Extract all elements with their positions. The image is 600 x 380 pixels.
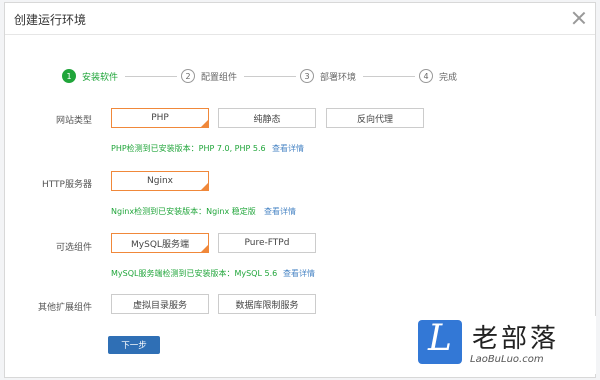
php-details-link[interactable]: 查看详情 (272, 143, 304, 154)
step-1: 1 安装软件 (62, 68, 118, 84)
step-3-label: 部署环境 (320, 72, 357, 83)
mysql-version-hint: MySQL服务端检测到已安装版本：MySQL 5.6 (111, 269, 278, 278)
option-db-limit[interactable]: 数据库限制服务 (218, 294, 316, 314)
watermark-name: 老部落 (472, 324, 560, 354)
step-4: 4 完成 (419, 68, 457, 84)
next-button[interactable]: 下一步 (108, 336, 160, 354)
option-mysql-server[interactable]: MySQL服务端 (111, 233, 209, 253)
watermark-url: LaoBuLuo.com (470, 354, 544, 365)
option-reverse-proxy[interactable]: 反向代理 (326, 108, 424, 128)
watermark: L 老部落 LaoBuLuo.com (416, 316, 596, 374)
step-4-number: 4 (419, 69, 433, 83)
step-connector (244, 76, 296, 77)
mysql-details-link[interactable]: 查看详情 (283, 268, 315, 279)
step-2-label: 配置组件 (201, 72, 238, 83)
optional-components-label: 可选组件 (55, 243, 92, 253)
option-php[interactable]: PHP (111, 108, 209, 128)
step-4-label: 完成 (439, 72, 458, 83)
step-1-number: 1 (62, 69, 76, 83)
step-3-number: 3 (300, 69, 314, 83)
nginx-details-link[interactable]: 查看详情 (264, 206, 296, 217)
option-pure-ftpd[interactable]: Pure-FTPd (218, 233, 316, 253)
dialog-header: 创建运行环境 (5, 3, 595, 35)
watermark-logo-icon: L (418, 318, 462, 364)
close-icon[interactable] (571, 10, 587, 26)
nginx-version-hint: Nginx检测到已安装版本：Nginx 稳定版 (111, 207, 256, 216)
step-3: 3 部署环境 (300, 68, 356, 84)
step-2-number: 2 (181, 69, 195, 83)
extensions-label: 其他扩展组件 (37, 303, 92, 313)
http-server-label: HTTP服务器 (41, 180, 92, 190)
option-static[interactable]: 纯静态 (218, 108, 316, 128)
option-nginx[interactable]: Nginx (111, 171, 209, 191)
step-2: 2 配置组件 (181, 68, 237, 84)
step-connector (363, 76, 415, 77)
option-virtual-directory[interactable]: 虚拟目录服务 (111, 294, 209, 314)
step-connector (125, 76, 177, 77)
php-version-hint: PHP检测到已安装版本：PHP 7.0, PHP 5.6 (111, 144, 266, 153)
step-1-label: 安装软件 (82, 72, 119, 83)
site-type-label: 网站类型 (55, 116, 92, 126)
dialog-title: 创建运行环境 (14, 13, 87, 27)
